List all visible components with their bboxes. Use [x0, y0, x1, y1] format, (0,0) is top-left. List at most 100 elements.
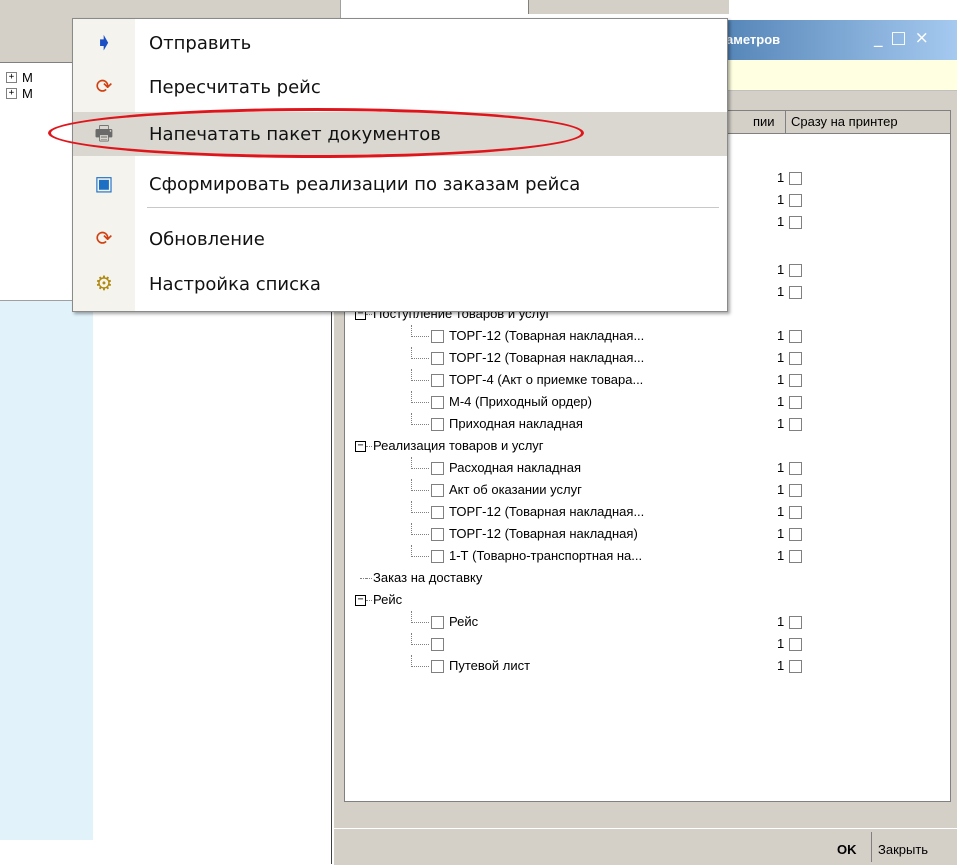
direct-to-printer-checkbox[interactable] — [789, 484, 802, 497]
menu-item-label: Сформировать реализации по заказам рейса — [149, 174, 581, 195]
document-checkbox[interactable] — [431, 462, 444, 475]
copies-count[interactable]: 1 — [777, 614, 784, 629]
direct-to-printer-checkbox[interactable] — [789, 286, 802, 299]
window-controls: _□× — [874, 28, 937, 48]
copies-count[interactable]: 1 — [777, 214, 784, 229]
copies-count[interactable]: 1 — [777, 548, 784, 563]
direct-to-printer-checkbox[interactable] — [789, 216, 802, 229]
copies-count[interactable]: 1 — [777, 262, 784, 277]
copies-count[interactable]: 1 — [777, 416, 784, 431]
tree-document-row[interactable]: Приходная накладная 1 — [345, 413, 950, 436]
copies-count[interactable]: 1 — [777, 350, 784, 365]
copies-count[interactable]: 1 — [777, 482, 784, 497]
ok-button[interactable]: OK — [837, 842, 857, 857]
copies-count[interactable]: 1 — [777, 328, 784, 343]
copies-count[interactable]: 1 — [777, 192, 784, 207]
maximize-icon[interactable]: □ — [891, 28, 915, 48]
document-checkbox[interactable] — [431, 660, 444, 673]
close-button[interactable]: Закрыть — [878, 842, 928, 857]
background-tree-label: М — [22, 70, 33, 85]
direct-to-printer-checkbox[interactable] — [789, 330, 802, 343]
header-separator — [785, 111, 786, 133]
tree-connector — [411, 633, 412, 645]
tree-document-row[interactable]: Рейс 1 — [345, 611, 950, 634]
header-copies[interactable]: пии — [753, 114, 775, 129]
copies-count[interactable]: 1 — [777, 170, 784, 185]
tree-group-row[interactable]: − Реализация товаров и услуг — [345, 435, 950, 458]
direct-to-printer-checkbox[interactable] — [789, 264, 802, 277]
direct-to-printer-checkbox[interactable] — [789, 172, 802, 185]
direct-to-printer-checkbox[interactable] — [789, 374, 802, 387]
expand-icon[interactable]: + — [6, 72, 17, 83]
menu-item-list-settings[interactable]: ⚙ Настройка списка — [73, 262, 727, 306]
direct-to-printer-checkbox[interactable] — [789, 506, 802, 519]
document-checkbox[interactable] — [431, 418, 444, 431]
document-label: М-4 (Приходный ордер) — [449, 394, 592, 409]
direct-to-printer-checkbox[interactable] — [789, 462, 802, 475]
tree-document-row[interactable]: ТОРГ-12 (Товарная накладная) 1 — [345, 523, 950, 546]
tree-group-row[interactable]: − Рейс — [345, 589, 950, 612]
document-checkbox[interactable] — [431, 528, 444, 541]
menu-item-print-document-package[interactable]: 🖶 Напечатать пакет документов — [73, 112, 727, 156]
expand-icon[interactable]: + — [6, 88, 17, 99]
direct-to-printer-checkbox[interactable] — [789, 638, 802, 651]
tree-group-row[interactable]: Заказ на доставку — [345, 567, 950, 590]
tree-document-row[interactable]: М-4 (Приходный ордер) 1 — [345, 391, 950, 414]
copies-count[interactable]: 1 — [777, 658, 784, 673]
menu-item-recalculate-trip[interactable]: ⟳ Пересчитать рейс — [73, 65, 727, 109]
copies-count[interactable]: 1 — [777, 636, 784, 651]
printer-icon: 🖶 — [94, 123, 114, 145]
document-checkbox[interactable] — [431, 330, 444, 343]
document-checkbox[interactable] — [431, 484, 444, 497]
direct-to-printer-checkbox[interactable] — [789, 418, 802, 431]
tree-document-row[interactable]: Путевой лист 1 — [345, 655, 950, 678]
direct-to-printer-checkbox[interactable] — [789, 528, 802, 541]
tree-document-row[interactable]: Акт об оказании услуг 1 — [345, 479, 950, 502]
document-checkbox[interactable] — [431, 506, 444, 519]
copies-count[interactable]: 1 — [777, 372, 784, 387]
document-checkbox[interactable] — [431, 616, 444, 629]
copies-count[interactable]: 1 — [777, 504, 784, 519]
tree-document-row[interactable]: ТОРГ-12 (Товарная накладная... 1 — [345, 501, 950, 524]
direct-to-printer-checkbox[interactable] — [789, 396, 802, 409]
direct-to-printer-checkbox[interactable] — [789, 616, 802, 629]
send-arrow-icon: ➧ — [95, 32, 113, 54]
menu-item-generate-sales[interactable]: ▣ Сформировать реализации по заказам рей… — [73, 162, 727, 206]
tree-document-row[interactable]: Расходная накладная 1 — [345, 457, 950, 480]
direct-to-printer-checkbox[interactable] — [789, 194, 802, 207]
copies-count[interactable]: 1 — [777, 284, 784, 299]
copies-count[interactable]: 1 — [777, 394, 784, 409]
minimize-icon[interactable]: _ — [874, 28, 891, 48]
copies-count[interactable]: 1 — [777, 526, 784, 541]
document-label: ТОРГ-12 (Товарная накладная) — [449, 526, 638, 541]
document-checkbox[interactable] — [431, 550, 444, 563]
tree-document-row[interactable]: 1-Т (Товарно-транспортная на... 1 — [345, 545, 950, 568]
document-checkbox[interactable] — [431, 352, 444, 365]
direct-to-printer-checkbox[interactable] — [789, 660, 802, 673]
tree-group-label: Заказ на доставку — [373, 570, 483, 585]
menu-item-refresh[interactable]: ⟳ Обновление — [73, 217, 727, 261]
menu-item-send[interactable]: ➧ Отправить — [73, 21, 727, 65]
tree-document-row[interactable]: ТОРГ-12 (Товарная накладная... 1 — [345, 325, 950, 348]
menu-item-label: Обновление — [149, 229, 265, 250]
slide-blue-panel — [0, 300, 93, 840]
collapse-icon[interactable]: − — [355, 441, 366, 452]
document-label: ТОРГ-4 (Акт о приемке товара... — [449, 372, 644, 387]
dialog-footer — [334, 828, 957, 865]
tree-connector — [411, 644, 429, 645]
tree-document-row[interactable]: ТОРГ-12 (Товарная накладная... 1 — [345, 347, 950, 370]
direct-to-printer-checkbox[interactable] — [789, 352, 802, 365]
tree-document-row[interactable]: 1 — [345, 633, 950, 656]
direct-to-printer-checkbox[interactable] — [789, 550, 802, 563]
tree-document-row[interactable]: ТОРГ-4 (Акт о приемке товара... 1 — [345, 369, 950, 392]
close-icon[interactable]: × — [915, 28, 937, 48]
header-direct-to-printer[interactable]: Сразу на принтер — [791, 114, 898, 129]
document-checkbox[interactable] — [431, 396, 444, 409]
menu-item-label: Отправить — [149, 33, 252, 54]
tree-connector — [411, 347, 412, 359]
copies-count[interactable]: 1 — [777, 460, 784, 475]
collapse-icon[interactable]: − — [355, 595, 366, 606]
document-label: ТОРГ-12 (Товарная накладная... — [449, 504, 645, 519]
document-checkbox[interactable] — [431, 374, 444, 387]
document-checkbox[interactable] — [431, 638, 444, 651]
